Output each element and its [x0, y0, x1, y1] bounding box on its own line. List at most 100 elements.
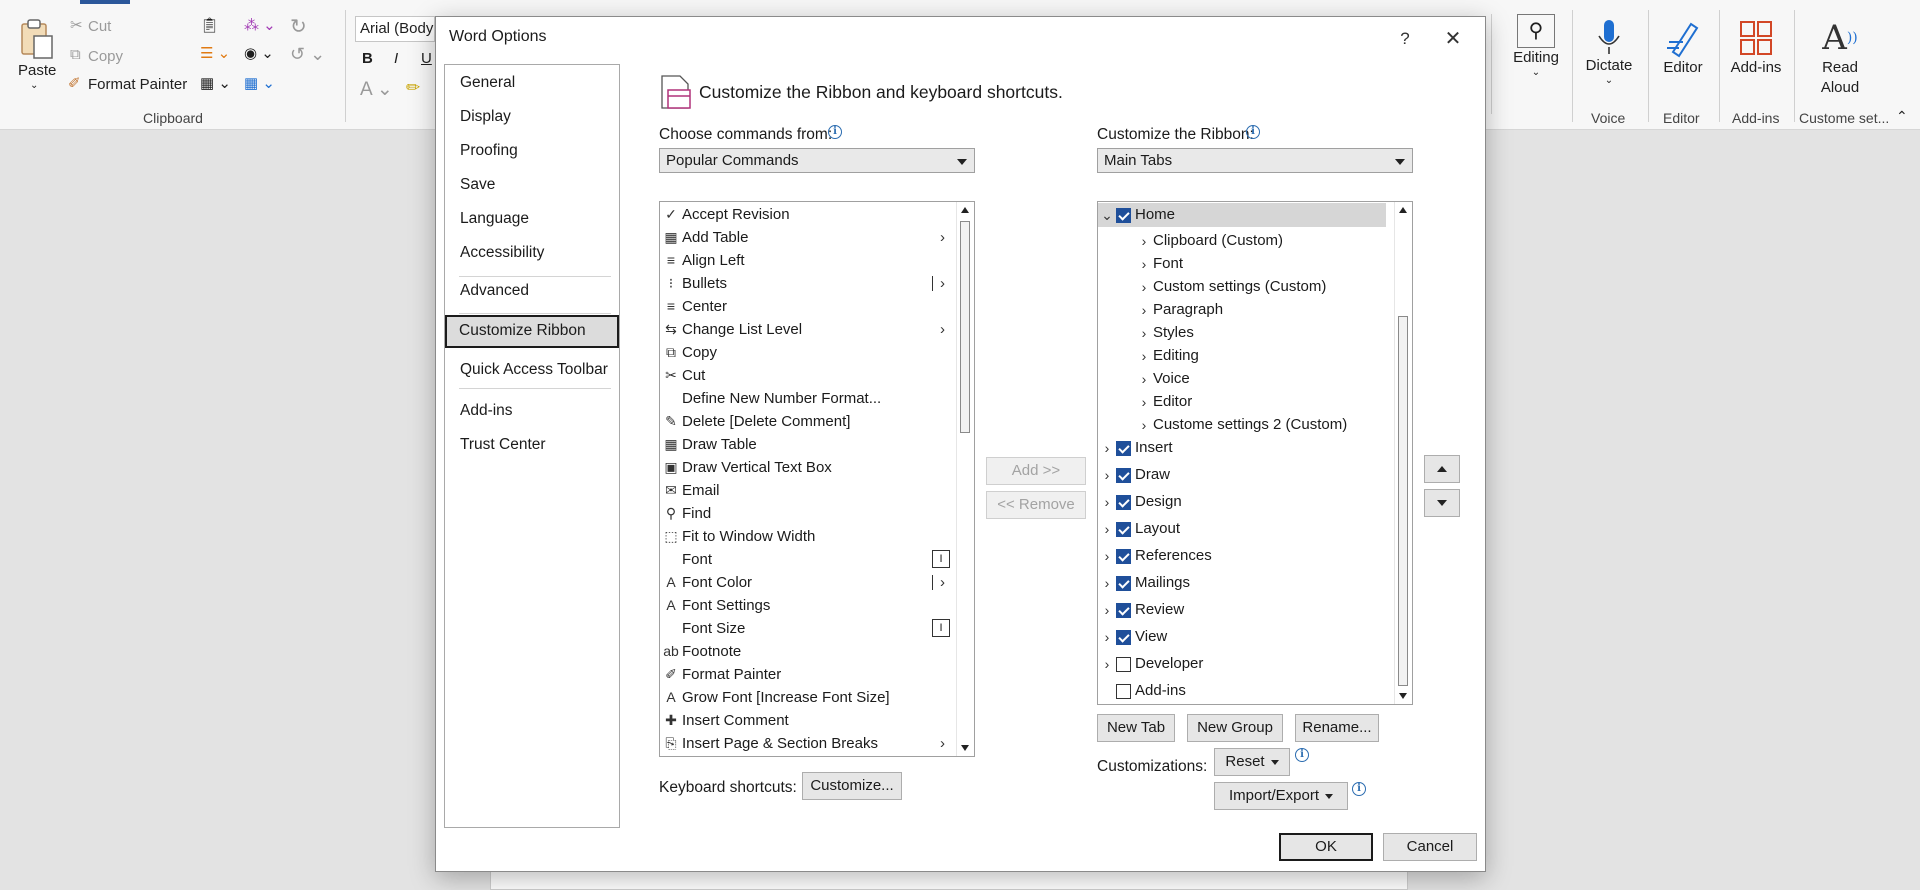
tree-scrollbar[interactable]	[1394, 202, 1412, 704]
chevron-right-icon[interactable]: ›	[1101, 490, 1113, 514]
command-item[interactable]: ab Footnote	[660, 640, 960, 663]
command-item[interactable]: A Grow Font [Increase Font Size]	[660, 686, 960, 709]
command-item[interactable]: ✂ Cut	[660, 364, 960, 387]
help-button[interactable]: ?	[1388, 25, 1422, 53]
command-item[interactable]: ⬚ Fit to Window Width	[660, 525, 960, 548]
command-item[interactable]: ▦ Draw Table	[660, 433, 960, 456]
nav-advanced[interactable]: Advanced	[446, 275, 618, 307]
chevron-right-icon[interactable]: ›	[1138, 275, 1150, 299]
close-button[interactable]: ✕	[1436, 25, 1470, 53]
command-item[interactable]: ⧉ Copy	[660, 341, 960, 364]
undo-icon[interactable]: ↺ ⌄	[290, 44, 325, 65]
shapes-icon[interactable]: ⁂ ⌄	[244, 16, 276, 34]
font-name-box[interactable]: Arial (Body	[355, 16, 435, 42]
ribbon-tab-item[interactable]: › Mailings	[1098, 571, 1388, 595]
chevron-right-icon[interactable]: ›	[1101, 598, 1113, 622]
ribbon-tab-item[interactable]: › Insert	[1098, 436, 1388, 460]
clipboard-icon[interactable]: 📋︎	[200, 16, 219, 34]
command-item[interactable]: ⇆ Change List Level ›	[660, 318, 960, 341]
chevron-right-icon[interactable]: ›	[1138, 252, 1150, 276]
ribbon-tab-item[interactable]: › Draw	[1098, 463, 1388, 487]
scroll-down-button[interactable]	[957, 739, 974, 756]
ribbon-group-item[interactable]: › Editor	[1098, 390, 1388, 414]
text-effects-icon[interactable]: A ⌄	[360, 78, 393, 101]
paste-button[interactable]: Paste ⌄	[14, 14, 58, 94]
new-group-button[interactable]: New Group	[1187, 714, 1283, 742]
list-icon[interactable]: ☰ ⌄	[200, 44, 230, 62]
chevron-right-icon[interactable]: ›	[1138, 390, 1150, 414]
chevron-right-icon[interactable]: ›	[1138, 229, 1150, 253]
chevron-right-icon[interactable]: ›	[1101, 544, 1113, 568]
bold-button[interactable]: B	[362, 50, 373, 67]
choose-commands-select[interactable]: Popular Commands	[659, 148, 975, 173]
ribbon-group-item[interactable]: › Custome settings 2 (Custom)	[1098, 413, 1388, 437]
chevron-right-icon[interactable]: ›	[1101, 625, 1113, 649]
ribbon-group-item[interactable]: › Voice	[1098, 367, 1388, 391]
command-item[interactable]: Font I	[660, 548, 960, 571]
command-item[interactable]: A Font Color ›	[660, 571, 960, 594]
tab-checkbox[interactable]	[1116, 208, 1131, 223]
move-down-button[interactable]	[1424, 489, 1460, 517]
command-item[interactable]: A Font Settings	[660, 594, 960, 617]
chevron-right-icon[interactable]: ›	[1101, 571, 1113, 595]
chevron-right-icon[interactable]: ›	[1138, 344, 1150, 368]
scroll-thumb[interactable]	[960, 221, 970, 433]
command-item[interactable]: ▣ Draw Vertical Text Box	[660, 456, 960, 479]
command-item[interactable]: ≡ Align Left	[660, 249, 960, 272]
chevron-right-icon[interactable]: ›	[1101, 436, 1113, 460]
command-item[interactable]: ⎘ Insert Page & Section Breaks ›	[660, 732, 960, 755]
customize-shortcuts-button[interactable]: Customize...	[802, 772, 902, 800]
chevron-right-icon[interactable]: ›	[1101, 517, 1113, 541]
command-item[interactable]: Define New Number Format...	[660, 387, 960, 410]
redo-icon[interactable]: ↻	[290, 14, 307, 39]
ribbon-tab-item[interactable]: › Design	[1098, 490, 1388, 514]
cut-button[interactable]: ✂ Cut	[70, 16, 130, 38]
import-export-button[interactable]: Import/Export	[1214, 782, 1348, 810]
command-item[interactable]: ✎ Delete [Delete Comment]	[660, 410, 960, 433]
tab-checkbox[interactable]	[1116, 576, 1131, 591]
nav-trust-center[interactable]: Trust Center	[446, 429, 618, 461]
nav-customize-ribbon[interactable]: Customize Ribbon	[445, 315, 619, 348]
highlight-icon[interactable]: ✏	[406, 78, 420, 98]
ok-button[interactable]: OK	[1279, 833, 1373, 861]
editor-button[interactable]: Editor	[1652, 18, 1714, 78]
commands-listbox[interactable]: ✓ Accept Revision ▦ Add Table › ≡ Align Left ⁝ B…	[659, 201, 975, 757]
table-icon[interactable]: ▦ ⌄	[244, 74, 275, 92]
ribbon-group-item[interactable]: › Editing	[1098, 344, 1388, 368]
format-painter-button[interactable]: ✐ Format Painter	[68, 74, 198, 96]
scroll-down-button[interactable]	[1395, 687, 1412, 704]
tab-checkbox[interactable]	[1116, 468, 1131, 483]
move-up-button[interactable]	[1424, 455, 1460, 483]
nav-accessibility[interactable]: Accessibility	[446, 237, 618, 269]
chevron-right-icon[interactable]: ›	[1138, 321, 1150, 345]
remove-button[interactable]: << Remove	[986, 491, 1086, 519]
scroll-up-button[interactable]	[1395, 202, 1412, 219]
command-item[interactable]: ⚲ Find	[660, 502, 960, 525]
chevron-right-icon[interactable]: ›	[1101, 652, 1113, 676]
chevron-right-icon[interactable]: ›	[1138, 298, 1150, 322]
nav-display[interactable]: Display	[446, 101, 618, 133]
nav-language[interactable]: Language	[446, 203, 618, 235]
dictate-button[interactable]: Dictate ⌄	[1578, 18, 1640, 86]
nav-proofing[interactable]: Proofing	[446, 135, 618, 167]
ribbon-tab-item[interactable]: › Developer	[1098, 652, 1388, 676]
copy-button[interactable]: ⧉ Copy	[70, 46, 140, 68]
chevron-right-icon[interactable]: ›	[1138, 367, 1150, 391]
ribbon-group-item[interactable]: › Styles	[1098, 321, 1388, 345]
scroll-up-button[interactable]	[957, 202, 974, 219]
italic-button[interactable]: I	[394, 50, 398, 67]
scroll-thumb[interactable]	[1398, 316, 1408, 686]
chevron-right-icon[interactable]: ›	[1138, 413, 1150, 437]
chevron-right-icon[interactable]: ›	[1101, 463, 1113, 487]
ribbon-tab-item[interactable]: ⌄ Home	[1098, 203, 1386, 227]
collapse-ribbon-icon[interactable]: ⌃	[1896, 108, 1908, 125]
ribbon-group-item[interactable]: › Paragraph	[1098, 298, 1388, 322]
command-item[interactable]: ⁝ Bullets ›	[660, 272, 960, 295]
command-item[interactable]: ✚ Insert Comment	[660, 709, 960, 732]
chevron-down-icon[interactable]: ⌄	[1101, 203, 1113, 227]
add-button[interactable]: Add >>	[986, 457, 1086, 485]
command-item[interactable]: ✐ Format Painter	[660, 663, 960, 686]
commands-scrollbar[interactable]	[956, 202, 974, 756]
command-item[interactable]: ✓ Accept Revision	[660, 203, 960, 226]
addins-button[interactable]: Add-ins	[1722, 18, 1790, 78]
